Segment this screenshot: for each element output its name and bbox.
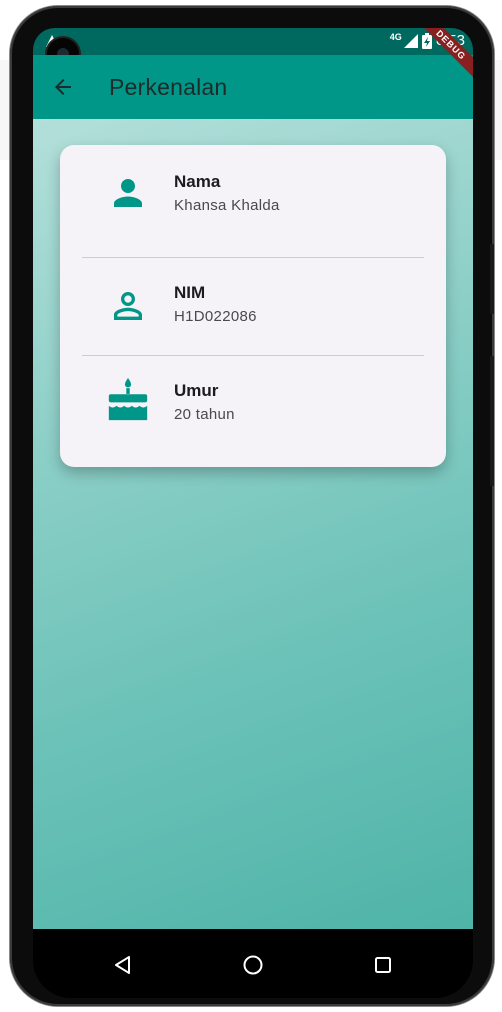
item-value: H1D022086 xyxy=(174,308,257,325)
nav-recents-button[interactable] xyxy=(361,943,405,987)
back-button[interactable] xyxy=(41,65,85,109)
person-icon xyxy=(105,170,151,216)
signal-icon xyxy=(403,33,418,48)
nav-home-button[interactable] xyxy=(231,943,275,987)
system-navigation-bar xyxy=(33,929,473,998)
nav-back-button[interactable] xyxy=(101,943,145,987)
phone-screen: 4G 6:53 xyxy=(33,28,473,998)
item-value: Khansa Khalda xyxy=(174,197,280,214)
power-button xyxy=(490,356,494,486)
content-area: Nama Khansa Khalda NIM H1D022086 Umur 20… xyxy=(33,119,473,929)
volume-button xyxy=(490,244,494,314)
recents-square-icon xyxy=(375,957,391,973)
network-type-label: 4G xyxy=(389,32,402,42)
app-bar: Perkenalan xyxy=(33,55,473,119)
item-text: Nama Khansa Khalda xyxy=(174,171,280,219)
home-circle-icon xyxy=(243,955,263,975)
item-label: Nama xyxy=(174,172,221,191)
profile-card: Nama Khansa Khalda NIM H1D022086 Umur 20… xyxy=(60,145,446,467)
phone-frame: 4G 6:53 xyxy=(10,6,494,1006)
arrow-back-icon xyxy=(55,79,71,95)
page-title: Perkenalan xyxy=(109,73,228,100)
back-triangle-icon xyxy=(115,956,130,974)
list-item-umur[interactable]: Umur 20 tahun xyxy=(60,356,446,452)
item-text: NIM H1D022086 xyxy=(174,282,257,330)
list-item-nama[interactable]: Nama Khansa Khalda xyxy=(60,145,446,241)
item-value: 20 tahun xyxy=(174,406,235,423)
item-label: NIM xyxy=(174,283,206,302)
status-bar: 4G 6:53 xyxy=(33,28,473,55)
list-item-nim[interactable]: NIM H1D022086 xyxy=(60,258,446,354)
screenshot-canvas: 4G 6:53 xyxy=(0,0,502,1012)
item-text: Umur 20 tahun xyxy=(174,380,235,428)
cake-icon xyxy=(105,378,151,424)
person-outline-icon xyxy=(105,283,151,329)
item-label: Umur xyxy=(174,381,219,400)
